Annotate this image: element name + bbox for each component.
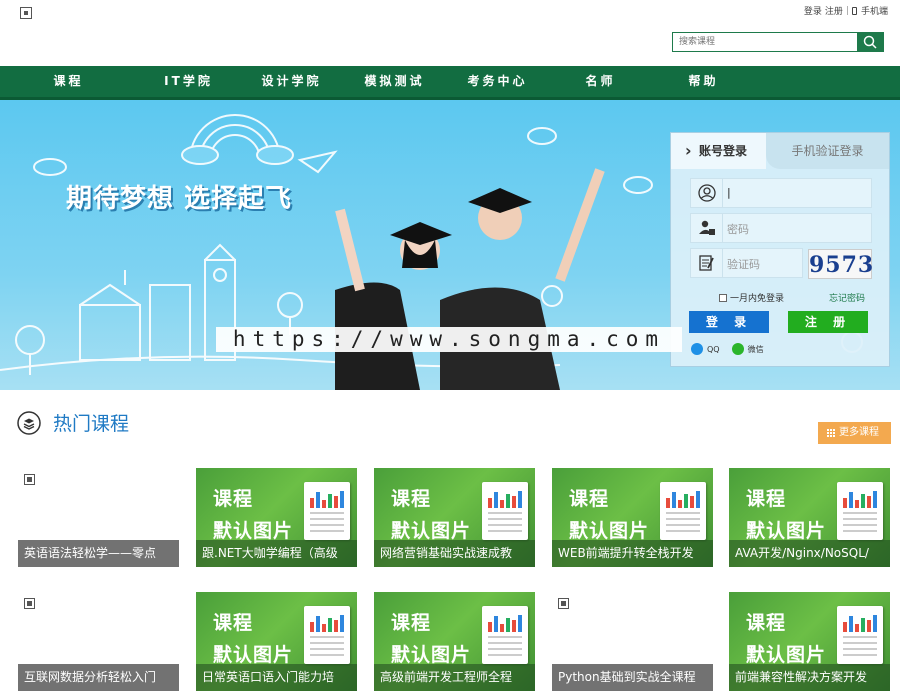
banner-slogan: 期待梦想 选择起飞 — [66, 184, 293, 214]
search-box — [672, 32, 884, 52]
course-title[interactable]: AVA开发/Nginx/NoSQL/ — [729, 540, 890, 567]
nav-item-6[interactable]: 帮助 — [652, 66, 755, 97]
course-title[interactable]: 网络营销基础实战速成教 — [374, 540, 535, 567]
remember-checkbox[interactable] — [719, 293, 727, 302]
default-image-line1: 课程 — [213, 488, 254, 510]
nav-item-1[interactable]: IT学院 — [137, 66, 240, 97]
username-field[interactable]: | — [690, 178, 872, 208]
default-image-line2: 默认图片 — [213, 520, 294, 542]
course-card[interactable]: 课程默认图片 WEB前端提升转全栈开发 — [552, 468, 713, 567]
qq-icon[interactable] — [691, 343, 703, 355]
divider: | — [845, 5, 849, 16]
course-card[interactable]: Python基础到实战全课程 — [552, 592, 713, 691]
phone-icon — [851, 6, 857, 15]
section-title: 热门课程 — [53, 413, 130, 435]
course-title[interactable]: 互联网数据分析轻松入门 — [18, 664, 179, 691]
broken-image-icon — [24, 474, 35, 485]
tab-account-login[interactable]: 账号登录 — [671, 133, 766, 169]
course-card[interactable]: 课程默认图片 日常英语口语入门能力培 — [196, 592, 357, 691]
login-panel: 账号登录 手机验证登录 | 密码 验证码 9573 一月内免登录 忘记密码 登 … — [670, 132, 890, 367]
login-link[interactable]: 登录 — [804, 4, 822, 17]
default-image-line2: 默认图片 — [213, 644, 294, 666]
course-card[interactable]: 课程默认图片 网络营销基础实战速成教 — [374, 468, 535, 567]
password-field[interactable]: 密码 — [690, 213, 872, 243]
course-title[interactable]: Python基础到实战全课程 — [552, 664, 713, 691]
course-title[interactable]: 跟.NET大咖学编程（高级 — [196, 540, 357, 567]
default-image-line1: 课程 — [746, 612, 787, 634]
course-card[interactable]: 课程默认图片 AVA开发/Nginx/NoSQL/ — [729, 468, 890, 567]
chart-paper-icon — [304, 482, 350, 540]
default-image-line1: 课程 — [746, 488, 787, 510]
top-links: 登录 注册 | 手机端 — [804, 4, 888, 18]
nav-item-4[interactable]: 考务中心 — [446, 66, 549, 97]
grid-icon — [826, 428, 835, 437]
default-image-line1: 课程 — [213, 612, 254, 634]
captcha-image[interactable]: 9573 — [808, 249, 873, 279]
login-button[interactable]: 登 录 — [689, 311, 769, 333]
chart-paper-icon — [482, 606, 528, 664]
chart-paper-icon — [837, 606, 883, 664]
default-image-line2: 默认图片 — [569, 520, 650, 542]
broken-image-icon — [558, 598, 569, 609]
edit-icon — [691, 249, 723, 277]
default-image-line1: 课程 — [569, 488, 610, 510]
layers-icon — [17, 411, 41, 435]
default-image-line2: 默认图片 — [746, 644, 827, 666]
main-nav: 课程 IT学院 设计学院 模拟测试 考务中心 名师 帮助 — [0, 66, 900, 100]
top-bar: 登录 注册 | 手机端 — [0, 0, 900, 66]
chart-paper-icon — [660, 482, 706, 540]
user-icon — [691, 179, 723, 207]
course-title[interactable]: 英语语法轻松学——零点 — [18, 540, 179, 567]
nav-item-5[interactable]: 名师 — [549, 66, 652, 97]
course-title[interactable]: WEB前端提升转全栈开发 — [552, 540, 713, 567]
captcha-input[interactable]: 验证码 — [727, 256, 760, 272]
qq-label[interactable]: QQ — [707, 345, 720, 354]
course-title[interactable]: 前端兼容性解决方案开发 — [729, 664, 890, 691]
chart-paper-icon — [304, 606, 350, 664]
more-courses-label: 更多课程 — [839, 427, 879, 438]
course-title[interactable]: 日常英语口语入门能力培 — [196, 664, 357, 691]
register-button[interactable]: 注 册 — [788, 311, 868, 333]
forgot-password-link[interactable]: 忘记密码 — [829, 291, 865, 304]
wechat-label[interactable]: 微信 — [748, 344, 764, 355]
chart-paper-icon — [837, 482, 883, 540]
search-input[interactable] — [673, 33, 857, 51]
captcha-field[interactable]: 验证码 — [690, 248, 803, 278]
register-link[interactable]: 注册 — [825, 4, 843, 17]
nav-item-0[interactable]: 课程 — [0, 66, 137, 97]
logo-image[interactable] — [20, 7, 32, 19]
default-image-line2: 默认图片 — [391, 520, 472, 542]
chart-paper-icon — [482, 482, 528, 540]
more-courses-button[interactable]: 更多课程 — [818, 422, 891, 444]
broken-image-icon — [24, 598, 35, 609]
default-image-line2: 默认图片 — [391, 644, 472, 666]
nav-item-3[interactable]: 模拟测试 — [343, 66, 446, 97]
password-input[interactable]: 密码 — [727, 221, 749, 237]
lock-user-icon — [691, 214, 723, 242]
social-login: QQ 微信 — [691, 343, 764, 355]
search-icon — [863, 35, 877, 49]
course-card[interactable]: 课程默认图片 跟.NET大咖学编程（高级 — [196, 468, 357, 567]
tab-phone-login[interactable]: 手机验证登录 — [766, 133, 889, 169]
course-title[interactable]: 高级前端开发工程师全程 — [374, 664, 535, 691]
course-card[interactable]: 课程默认图片 高级前端开发工程师全程 — [374, 592, 535, 691]
username-input[interactable]: | — [727, 186, 731, 199]
remember-me[interactable]: 一月内免登录 — [719, 291, 784, 304]
wechat-icon[interactable] — [731, 343, 744, 355]
mobile-link[interactable]: 手机端 — [861, 4, 888, 17]
watermark-url: https://www.songma.com — [216, 327, 682, 352]
course-card[interactable]: 英语语法轻松学——零点 — [18, 468, 179, 567]
default-image-line1: 课程 — [391, 612, 432, 634]
course-card[interactable]: 互联网数据分析轻松入门 — [18, 592, 179, 691]
course-card[interactable]: 课程默认图片 前端兼容性解决方案开发 — [729, 592, 890, 691]
remember-label: 一月内免登录 — [730, 294, 785, 304]
nav-item-2[interactable]: 设计学院 — [240, 66, 343, 97]
default-image-line1: 课程 — [391, 488, 432, 510]
search-button[interactable] — [857, 33, 883, 51]
default-image-line2: 默认图片 — [746, 520, 827, 542]
